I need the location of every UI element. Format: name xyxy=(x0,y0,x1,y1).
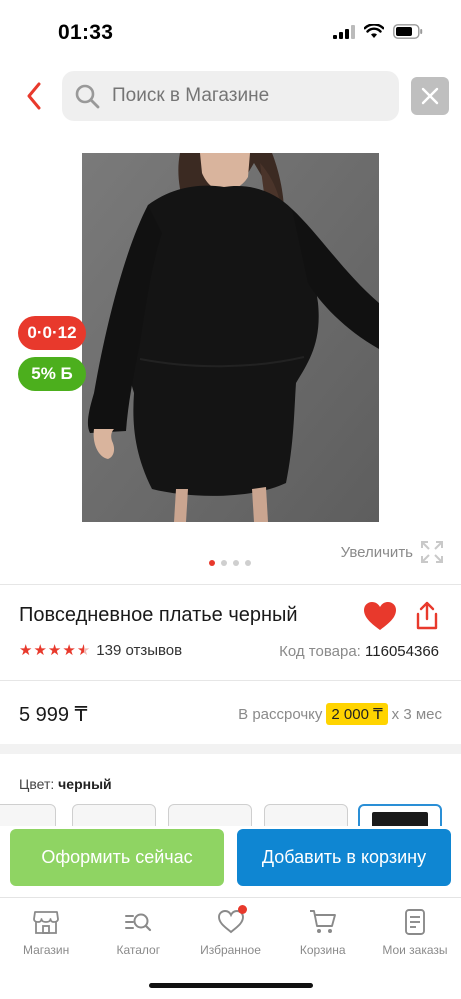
catalog-icon xyxy=(125,913,152,932)
color-swatch[interactable] xyxy=(0,804,56,826)
product-title: Повседневное платье черный xyxy=(19,604,298,626)
status-icons xyxy=(333,24,423,39)
installment-prefix: В рассрочку xyxy=(238,705,323,723)
heart-icon xyxy=(364,602,396,630)
color-swatch[interactable] xyxy=(168,804,252,826)
add-to-cart-button[interactable]: Добавить в корзину xyxy=(237,829,451,886)
divider xyxy=(0,584,461,585)
zoom-button[interactable]: Увеличить xyxy=(341,541,443,563)
product-sku: Код товара: 116054366 xyxy=(279,643,439,660)
rating-stars: ★ ★ ★ ★ ★ xyxy=(19,641,90,659)
chevron-left-icon xyxy=(27,82,41,110)
favorite-button[interactable] xyxy=(362,600,398,632)
star-icon: ★ xyxy=(19,642,33,659)
status-time: 01:33 xyxy=(58,21,114,44)
star-icon: ★ xyxy=(47,642,62,659)
tab-label: Корзина xyxy=(299,943,346,957)
clear-search-button[interactable] xyxy=(411,77,449,115)
tab-orders[interactable]: Мои заказы xyxy=(369,898,461,967)
status-bar: 01:33 xyxy=(0,0,461,62)
battery-icon xyxy=(393,24,423,39)
color-swatch[interactable] xyxy=(72,804,156,826)
sku-value: 116054366 xyxy=(365,643,439,660)
tab-catalog[interactable]: Каталог xyxy=(92,898,184,967)
section-divider xyxy=(0,744,461,754)
color-swatch-selected[interactable] xyxy=(358,804,442,826)
color-value: черный xyxy=(58,776,112,792)
tab-label: Мои заказы xyxy=(382,943,448,957)
close-icon xyxy=(421,87,439,105)
color-label: Цвет: черный xyxy=(19,776,112,792)
expand-icon xyxy=(421,541,443,563)
wifi-icon xyxy=(364,24,384,38)
share-icon xyxy=(416,601,438,630)
gallery-dots xyxy=(209,560,251,566)
star-half-icon: ★ xyxy=(76,642,91,659)
divider xyxy=(0,680,461,681)
sku-label: Код товара: xyxy=(279,643,361,660)
search-input[interactable] xyxy=(112,85,372,107)
checkout-button[interactable]: Оформить сейчас xyxy=(10,829,224,886)
product-image[interactable] xyxy=(82,153,379,522)
notification-dot xyxy=(238,905,248,914)
tab-favorites[interactable]: Избранное xyxy=(184,898,276,967)
installment-info[interactable]: В рассрочку 2 000 ₸ х 3 мес xyxy=(238,703,442,725)
cart-icon xyxy=(309,910,336,933)
search-icon xyxy=(75,84,100,109)
installment-amount: 2 000 ₸ xyxy=(326,703,388,725)
color-swatch[interactable] xyxy=(264,804,348,826)
back-button[interactable] xyxy=(20,80,48,112)
tab-label: Избранное xyxy=(200,943,261,957)
tab-shop[interactable]: Магазин xyxy=(0,898,92,967)
swatch-thumbnail xyxy=(372,812,428,826)
signal-icon xyxy=(333,24,355,39)
star-icon: ★ xyxy=(62,642,76,659)
gallery-dot[interactable] xyxy=(221,560,227,566)
promo-badge: 0·0·12 xyxy=(18,316,86,350)
reviews-count[interactable]: 139 отзывов xyxy=(96,642,182,659)
bottom-tab-bar: Магазин Каталог Избранное Корзина Мои за… xyxy=(0,897,461,967)
home-indicator[interactable] xyxy=(149,983,313,988)
tab-label: Каталог xyxy=(116,943,161,957)
gallery-dot[interactable] xyxy=(209,560,215,566)
star-icon: ★ xyxy=(33,642,47,659)
shop-icon xyxy=(33,911,59,934)
installment-suffix: х 3 мес xyxy=(391,705,442,723)
orders-icon xyxy=(404,909,425,935)
zoom-label: Увеличить xyxy=(340,543,413,561)
gallery-dot[interactable] xyxy=(233,560,239,566)
share-button[interactable] xyxy=(412,600,442,632)
black-dress-photo xyxy=(82,153,379,522)
rating-row[interactable]: ★ ★ ★ ★ ★ 139 отзывов xyxy=(19,641,182,660)
tab-label: Магазин xyxy=(22,943,70,957)
color-swatches xyxy=(0,804,461,826)
color-label-text: Цвет: xyxy=(19,776,55,792)
gallery-dot[interactable] xyxy=(245,560,251,566)
search-bar[interactable] xyxy=(62,71,399,121)
tab-cart[interactable]: Корзина xyxy=(277,898,369,967)
bonus-badge: 5% Б xyxy=(18,357,86,391)
product-price: 5 999 ₸ xyxy=(19,704,88,726)
